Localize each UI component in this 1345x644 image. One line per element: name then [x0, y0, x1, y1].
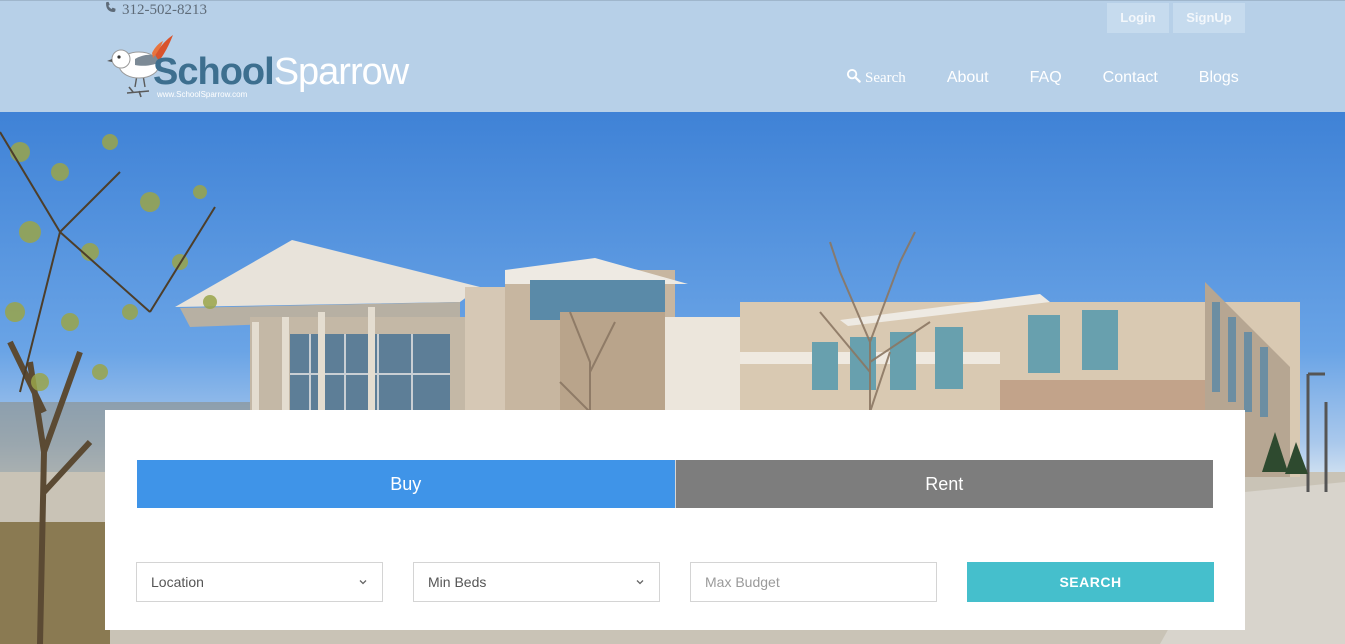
nav-faq[interactable]: FAQ [1030, 69, 1062, 87]
search-icon [846, 68, 861, 88]
tab-rent[interactable]: Rent [674, 460, 1213, 508]
nav-blogs[interactable]: Blogs [1199, 69, 1239, 87]
login-button[interactable]: Login [1107, 3, 1169, 33]
min-beds-select-value: Min Beds [428, 574, 487, 590]
phone-number[interactable]: 312-502-8213 [104, 1, 207, 19]
logo-school-text: School [153, 51, 275, 93]
location-select-value: Location [151, 574, 204, 590]
nav-about[interactable]: About [947, 69, 989, 87]
hero-banner: Buy Rent Location Min Beds SEARCH [0, 112, 1345, 644]
main-nav: Search About FAQ Contact Blogs [846, 67, 1239, 89]
nav-search-label: Search [865, 69, 906, 86]
chevron-down-icon [359, 580, 367, 585]
chevron-down-icon [636, 580, 644, 585]
logo-url: www.SchoolSparrow.com [157, 90, 248, 99]
logo-sparrow-text: Sparrow [273, 51, 409, 93]
site-logo[interactable]: SchoolSparrow www.SchoolSparrow.com [105, 31, 409, 103]
nav-search[interactable]: Search [846, 68, 906, 88]
search-panel: Buy Rent Location Min Beds SEARCH [105, 410, 1245, 630]
max-budget-input[interactable] [690, 562, 937, 602]
site-header: 312-502-8213 Login SignUp SchoolSparrow … [0, 0, 1345, 112]
phone-icon [104, 1, 117, 19]
phone-text: 312-502-8213 [122, 1, 207, 18]
logo-wordmark: SchoolSparrow [153, 50, 409, 94]
nav-contact[interactable]: Contact [1103, 69, 1158, 87]
auth-buttons: Login SignUp [1107, 3, 1245, 33]
listing-type-tabs: Buy Rent [137, 460, 1213, 508]
search-button[interactable]: SEARCH [967, 562, 1214, 602]
min-beds-select[interactable]: Min Beds [413, 562, 660, 602]
location-select[interactable]: Location [136, 562, 383, 602]
tab-buy[interactable]: Buy [137, 460, 675, 508]
search-fields: Location Min Beds SEARCH [136, 562, 1216, 602]
signup-button[interactable]: SignUp [1173, 3, 1245, 33]
